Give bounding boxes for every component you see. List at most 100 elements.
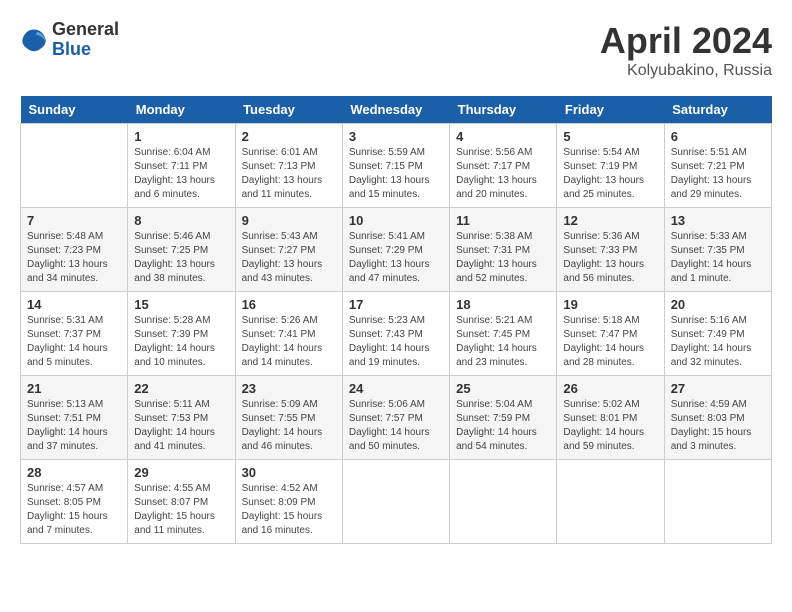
title-location: Kolyubakino, Russia [600,62,772,80]
weekday-header-row: SundayMondayTuesdayWednesdayThursdayFrid… [21,96,772,124]
day-info: Sunrise: 4:59 AM Sunset: 8:03 PM Dayligh… [671,398,765,454]
day-number: 7 [27,213,121,228]
weekday-header-saturday: Saturday [664,96,771,124]
weekday-header-wednesday: Wednesday [342,96,449,124]
day-number: 30 [242,465,336,480]
day-number: 25 [456,381,550,396]
day-cell [342,460,449,544]
week-row-1: 1 Sunrise: 6:04 AM Sunset: 7:11 PM Daylig… [21,124,772,208]
day-number: 2 [242,129,336,144]
day-info: Sunrise: 5:41 AM Sunset: 7:29 PM Dayligh… [349,230,443,286]
logo-general: General [52,20,119,40]
day-cell: 19 Sunrise: 5:18 AM Sunset: 7:47 PM Dayli… [557,292,664,376]
day-number: 13 [671,213,765,228]
day-cell: 2Sunrise: 6:01 AM Sunset: 7:13 PM Daylig… [235,124,342,208]
day-info: Sunrise: 5:38 AM Sunset: 7:31 PM Dayligh… [456,230,550,286]
day-cell: 12 Sunrise: 5:36 AM Sunset: 7:33 PM Dayli… [557,208,664,292]
weekday-header-sunday: Sunday [21,96,128,124]
day-info: Sunrise: 5:43 AM Sunset: 7:27 PM Dayligh… [242,230,336,286]
calendar-table: SundayMondayTuesdayWednesdayThursdayFrid… [20,96,772,544]
logo-blue: Blue [52,40,119,60]
day-number: 28 [27,465,121,480]
day-cell: 1 Sunrise: 6:04 AM Sunset: 7:11 PM Daylig… [128,124,235,208]
day-cell: 4 Sunrise: 5:56 AM Sunset: 7:17 PM Daylig… [450,124,557,208]
title-month: April 2024 [600,20,772,62]
day-cell: 8Sunrise: 5:46 AM Sunset: 7:25 PM Daylig… [128,208,235,292]
day-number: 20 [671,297,765,312]
day-cell: 22 Sunrise: 5:11 AM Sunset: 7:53 PM Dayli… [128,376,235,460]
day-cell: 3 Sunrise: 5:59 AM Sunset: 7:15 PM Daylig… [342,124,449,208]
day-number: 12 [563,213,657,228]
day-info: Sunrise: 5:09 AM Sunset: 7:55 PM Dayligh… [242,398,336,454]
day-info: Sunrise: 4:52 AM Sunset: 8:09 PM Dayligh… [242,482,336,538]
weekday-header-thursday: Thursday [450,96,557,124]
day-cell: 26 Sunrise: 5:02 AM Sunset: 8:01 PM Dayli… [557,376,664,460]
day-info: Sunrise: 4:55 AM Sunset: 8:07 PM Dayligh… [134,482,228,538]
day-info: Sunrise: 5:46 AM Sunset: 7:25 PM Dayligh… [134,230,228,286]
day-number: 5 [563,129,657,144]
day-cell [21,124,128,208]
day-cell [557,460,664,544]
day-info: Sunrise: 5:06 AM Sunset: 7:57 PM Dayligh… [349,398,443,454]
day-info: Sunrise: 5:36 AM Sunset: 7:33 PM Dayligh… [563,230,657,286]
day-number: 11 [456,213,550,228]
day-number: 18 [456,297,550,312]
day-number: 3 [349,129,443,144]
day-cell [664,460,771,544]
day-cell: 11 Sunrise: 5:38 AM Sunset: 7:31 PM Dayli… [450,208,557,292]
weekday-header-friday: Friday [557,96,664,124]
week-row-4: 21 Sunrise: 5:13 AM Sunset: 7:51 PM Dayli… [21,376,772,460]
day-number: 14 [27,297,121,312]
day-number: 23 [242,381,336,396]
logo-text: General Blue [52,20,119,60]
day-info: Sunrise: 5:18 AM Sunset: 7:47 PM Dayligh… [563,314,657,370]
day-cell: 27Sunrise: 4:59 AM Sunset: 8:03 PM Dayli… [664,376,771,460]
weekday-header-tuesday: Tuesday [235,96,342,124]
weekday-header-monday: Monday [128,96,235,124]
day-cell: 14Sunrise: 5:31 AM Sunset: 7:37 PM Dayli… [21,292,128,376]
day-cell: 24 Sunrise: 5:06 AM Sunset: 7:57 PM Dayli… [342,376,449,460]
day-info: Sunrise: 5:23 AM Sunset: 7:43 PM Dayligh… [349,314,443,370]
title-block: April 2024 Kolyubakino, Russia [600,20,772,80]
day-cell: 10Sunrise: 5:41 AM Sunset: 7:29 PM Dayli… [342,208,449,292]
day-info: Sunrise: 5:51 AM Sunset: 7:21 PM Dayligh… [671,146,765,202]
day-number: 9 [242,213,336,228]
day-cell: 16Sunrise: 5:26 AM Sunset: 7:41 PM Dayli… [235,292,342,376]
logo: General Blue [20,20,119,60]
day-number: 22 [134,381,228,396]
day-number: 21 [27,381,121,396]
day-cell: 21 Sunrise: 5:13 AM Sunset: 7:51 PM Dayli… [21,376,128,460]
day-cell: 15Sunrise: 5:28 AM Sunset: 7:39 PM Dayli… [128,292,235,376]
day-info: Sunrise: 4:57 AM Sunset: 8:05 PM Dayligh… [27,482,121,538]
day-cell [450,460,557,544]
week-row-2: 7Sunrise: 5:48 AM Sunset: 7:23 PM Daylig… [21,208,772,292]
day-info: Sunrise: 5:02 AM Sunset: 8:01 PM Dayligh… [563,398,657,454]
day-number: 29 [134,465,228,480]
week-row-5: 28 Sunrise: 4:57 AM Sunset: 8:05 PM Dayli… [21,460,772,544]
day-cell: 25 Sunrise: 5:04 AM Sunset: 7:59 PM Dayli… [450,376,557,460]
day-cell: 17 Sunrise: 5:23 AM Sunset: 7:43 PM Dayli… [342,292,449,376]
day-cell: 29 Sunrise: 4:55 AM Sunset: 8:07 PM Dayli… [128,460,235,544]
day-info: Sunrise: 5:11 AM Sunset: 7:53 PM Dayligh… [134,398,228,454]
day-number: 26 [563,381,657,396]
week-row-3: 14Sunrise: 5:31 AM Sunset: 7:37 PM Dayli… [21,292,772,376]
day-cell: 28 Sunrise: 4:57 AM Sunset: 8:05 PM Dayli… [21,460,128,544]
day-number: 17 [349,297,443,312]
day-number: 6 [671,129,765,144]
day-info: Sunrise: 5:56 AM Sunset: 7:17 PM Dayligh… [456,146,550,202]
day-cell: 7Sunrise: 5:48 AM Sunset: 7:23 PM Daylig… [21,208,128,292]
day-info: Sunrise: 5:16 AM Sunset: 7:49 PM Dayligh… [671,314,765,370]
day-number: 1 [134,129,228,144]
day-info: Sunrise: 6:04 AM Sunset: 7:11 PM Dayligh… [134,146,228,202]
day-number: 24 [349,381,443,396]
day-number: 15 [134,297,228,312]
day-info: Sunrise: 5:33 AM Sunset: 7:35 PM Dayligh… [671,230,765,286]
day-cell: 23 Sunrise: 5:09 AM Sunset: 7:55 PM Dayli… [235,376,342,460]
day-number: 4 [456,129,550,144]
day-info: Sunrise: 5:59 AM Sunset: 7:15 PM Dayligh… [349,146,443,202]
day-info: Sunrise: 5:54 AM Sunset: 7:19 PM Dayligh… [563,146,657,202]
day-info: Sunrise: 5:13 AM Sunset: 7:51 PM Dayligh… [27,398,121,454]
day-number: 19 [563,297,657,312]
logo-icon [20,26,48,54]
day-info: Sunrise: 5:04 AM Sunset: 7:59 PM Dayligh… [456,398,550,454]
